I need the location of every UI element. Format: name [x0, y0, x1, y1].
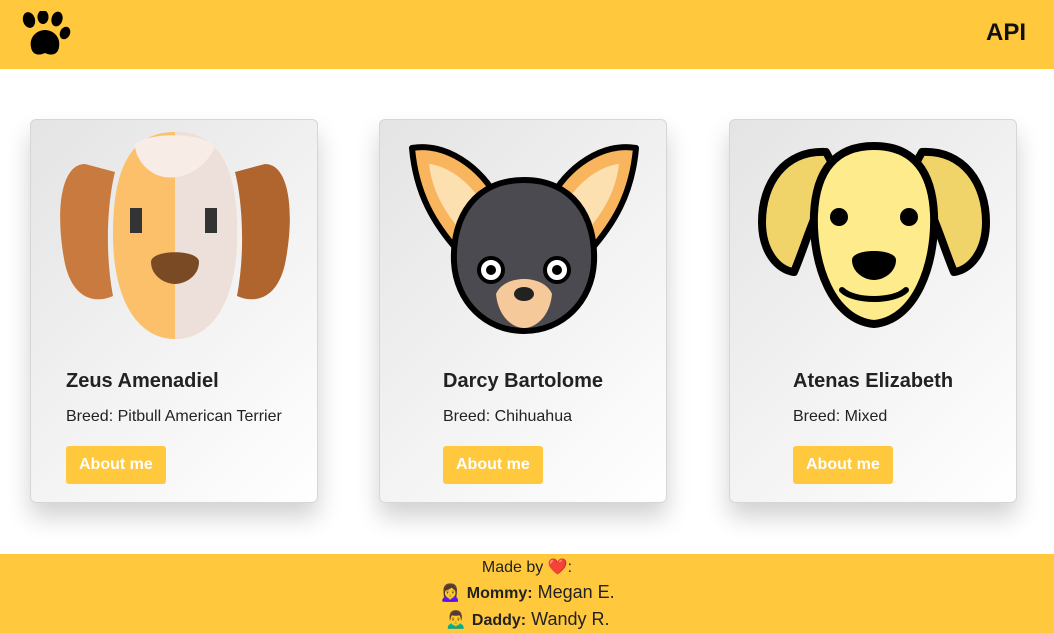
woman-icon: 🙍‍♀️: [439, 582, 462, 602]
dog-card-zeus: Zeus Amenadiel Breed: Pitbull American T…: [30, 119, 318, 503]
chihuahua-icon: [409, 144, 639, 335]
daddy-label: Daddy:: [471, 612, 527, 629]
api-nav-link[interactable]: API: [986, 19, 1026, 47]
man-icon: 🙍‍♂️: [444, 609, 467, 629]
mommy-name: Megan E.: [537, 582, 615, 602]
about-me-button[interactable]: About me: [443, 446, 543, 484]
dog-name: Atenas Elizabeth: [793, 370, 954, 392]
made-by-colon: :: [567, 559, 573, 576]
dog-card-darcy: Darcy Bartolome Breed: Chihuahua About m…: [379, 119, 667, 503]
dog-breed: Breed: Chihuahua: [443, 408, 572, 425]
about-me-button[interactable]: About me: [66, 446, 166, 484]
about-me-button[interactable]: About me: [793, 446, 893, 484]
paw-icon[interactable]: [19, 11, 71, 57]
made-by-label: Made by: [481, 559, 544, 576]
mommy-credit: 🙍‍♀️ Mommy: Megan E.: [0, 582, 1054, 603]
dog-name: Zeus Amenadiel: [66, 370, 219, 392]
floppy-eared-dog-icon: [60, 132, 290, 339]
dog-name: Darcy Bartolome: [443, 370, 604, 392]
dog-breed: Breed: Pitbull American Terrier: [66, 408, 282, 425]
footer: Made by ❤️: 🙍‍♀️ Mommy: Megan E. 🙍‍♂️ Da…: [0, 554, 1054, 633]
golden-dog-icon: [758, 141, 990, 329]
mommy-label: Mommy:: [466, 585, 533, 602]
daddy-name: Wandy R.: [531, 609, 610, 629]
dog-breed: Breed: Mixed: [793, 408, 888, 425]
top-navbar: API: [0, 0, 1054, 69]
dog-card-atenas: Atenas Elizabeth Breed: Mixed About me: [729, 119, 1017, 503]
made-by-line: Made by ❤️:: [0, 557, 1054, 577]
daddy-credit: 🙍‍♂️ Daddy: Wandy R.: [0, 609, 1054, 630]
heart-icon: ❤️: [547, 559, 568, 576]
